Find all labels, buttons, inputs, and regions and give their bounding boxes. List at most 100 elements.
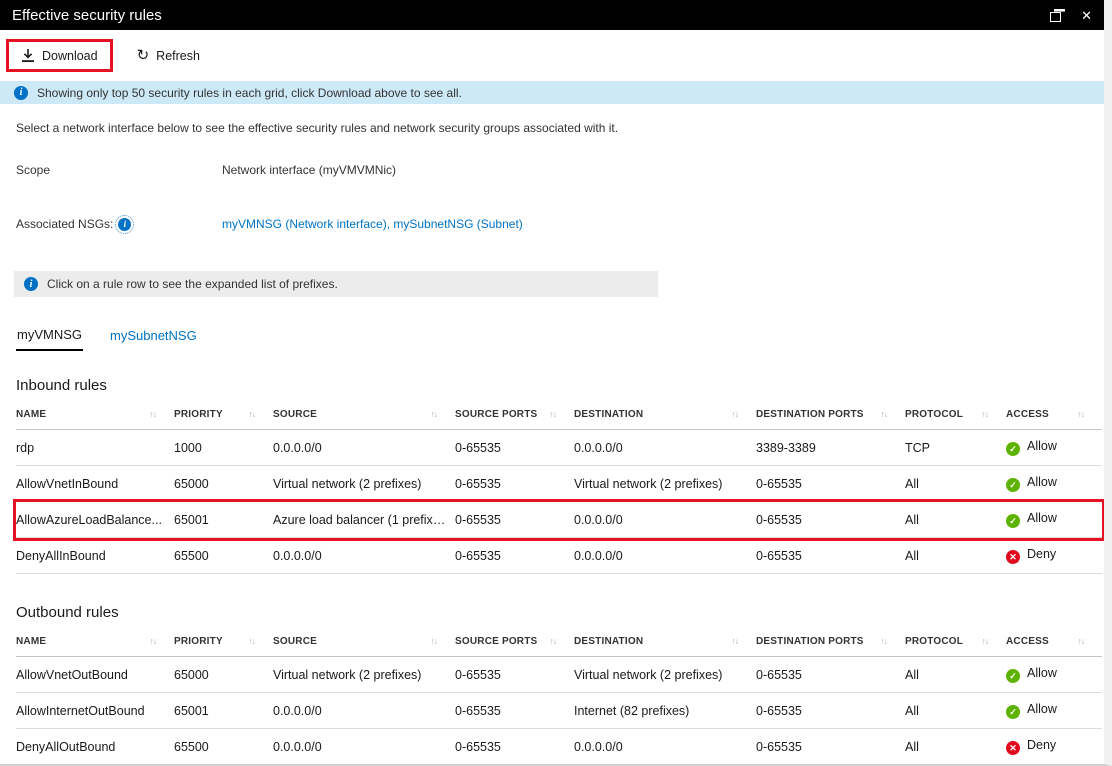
cell-source-ports: 0-65535 [455, 466, 574, 502]
associated-nsgs-value: myVMNSG (Network interface), mySubnetNSG… [222, 217, 523, 231]
column-header-access[interactable]: ↑↓ACCESS [1006, 627, 1102, 657]
cell-priority: 65001 [174, 693, 273, 729]
column-label: NAME [16, 636, 46, 647]
restore-window-icon[interactable] [1050, 9, 1065, 22]
cell-protocol: All [905, 693, 1006, 729]
column-label: PRIORITY [174, 636, 223, 647]
rule-row[interactable]: DenyAllOutBound655000.0.0.0/00-655350.0.… [16, 729, 1102, 765]
allow-icon: ✓ [1006, 514, 1020, 528]
page-title: Effective security rules [12, 7, 1050, 24]
column-label: SOURCE [273, 636, 317, 647]
sort-icon[interactable]: ↑↓ [982, 409, 989, 419]
cell-destination-ports: 0-65535 [756, 657, 905, 693]
access-label: Allow [1027, 702, 1057, 716]
column-label: ACCESS [1006, 409, 1049, 420]
cell-access: ✓Allow [1006, 430, 1102, 466]
column-label: SOURCE [273, 409, 317, 420]
rule-row[interactable]: AllowAzureLoadBalance...65001Azure load … [16, 502, 1102, 538]
sort-icon[interactable]: ↑↓ [249, 409, 256, 419]
cell-source: 0.0.0.0/0 [273, 729, 455, 765]
sort-icon[interactable]: ↑↓ [732, 636, 739, 646]
sort-icon[interactable]: ↑↓ [881, 636, 888, 646]
cell-access: ✓Allow [1006, 657, 1102, 693]
column-header-source[interactable]: ↑↓ SOURCE [273, 400, 455, 430]
scope-value: Network interface (myVMVMNic) [222, 163, 396, 177]
column-header-destination[interactable]: ↑↓ DESTINATION [574, 400, 756, 430]
cell-source-ports: 0-65535 [455, 729, 574, 765]
tab-myvmnsg[interactable]: myVMNSG [16, 323, 83, 351]
cell-destination: 0.0.0.0/0 [574, 430, 756, 466]
cell-name: rdp [16, 430, 174, 466]
cell-destination-ports: 0-65535 [756, 502, 905, 538]
cell-access: ✓ Allow [1006, 502, 1102, 538]
column-label: SOURCE PORTS [455, 409, 537, 420]
column-header-protocol[interactable]: ↑↓PROTOCOL [905, 627, 1006, 657]
column-label: DESTINATION [574, 636, 643, 647]
outbound-rules-title: Outbound rules [16, 604, 1088, 621]
allow-icon: ✓ [1006, 442, 1020, 456]
column-header-source-ports[interactable]: ↑↓ SOURCE PORTS [455, 627, 574, 657]
nsg-link-myvmnsg[interactable]: myVMNSG (Network interface) [222, 217, 387, 231]
column-header-source-ports[interactable]: ↑↓ SOURCE PORTS [455, 400, 574, 430]
column-label: DESTINATION [574, 409, 643, 420]
sort-icon[interactable]: ↑↓ [150, 409, 157, 419]
cell-name: DenyAllInBound [16, 538, 174, 574]
nsg-link-mysubnetnsg[interactable]: mySubnetNSG (Subnet) [393, 217, 522, 231]
sort-icon[interactable]: ↑↓ [431, 409, 438, 419]
refresh-label: Refresh [156, 49, 200, 63]
cell-protocol: All [905, 538, 1006, 574]
sort-icon[interactable]: ↑↓ [1078, 409, 1085, 419]
cell-source: Virtual network (2 prefixes) [273, 466, 455, 502]
column-header-access[interactable]: ↑↓ ACCESS [1006, 400, 1102, 430]
table-header-row: ↑↓NAME↑↓PRIORITY↑↓SOURCE↑↓SOURCE PORTS↑↓… [16, 400, 1102, 430]
info-tooltip-icon[interactable]: i [118, 218, 131, 231]
column-header-protocol[interactable]: ↑↓PROTOCOL [905, 400, 1006, 430]
allow-icon: ✓ [1006, 705, 1020, 719]
cell-name: DenyAllOutBound [16, 729, 174, 765]
outbound-rules-table: ↑↓NAME↑↓PRIORITY↑↓SOURCE↑↓SOURCE PORTS↑↓… [16, 627, 1102, 765]
tab-mysubnetnsg[interactable]: mySubnetNSG [109, 323, 198, 351]
cell-protocol: All [905, 729, 1006, 765]
cell-priority: 65000 [174, 466, 273, 502]
rule-row[interactable]: rdp10000.0.0.0/00-655350.0.0.0/03389-338… [16, 430, 1102, 466]
refresh-button[interactable]: ↻ Refresh [129, 43, 208, 68]
cell-destination-ports: 0-65535 [756, 729, 905, 765]
cell-source: 0.0.0.0/0 [273, 693, 455, 729]
allow-icon: ✓ [1006, 478, 1020, 492]
rule-row[interactable]: AllowVnetInBound65000Virtual network (2 … [16, 466, 1102, 502]
column-header-destination-ports[interactable]: ↑↓DESTINATION PORTS [756, 627, 905, 657]
rule-row[interactable]: DenyAllInBound655000.0.0.0/00-655350.0.0… [16, 538, 1102, 574]
rule-row[interactable]: AllowInternetOutBound650010.0.0.0/00-655… [16, 693, 1102, 729]
scope-label: Scope [16, 163, 222, 177]
download-button[interactable]: Download [13, 43, 106, 68]
column-label: SOURCE PORTS [455, 636, 537, 647]
column-header-priority[interactable]: ↑↓PRIORITY [174, 400, 273, 430]
close-icon[interactable]: ✕ [1081, 9, 1092, 22]
rule-row[interactable]: AllowVnetOutBound65000Virtual network (2… [16, 657, 1102, 693]
column-header-destination-ports[interactable]: ↑↓DESTINATION PORTS [756, 400, 905, 430]
sort-icon[interactable]: ↑↓ [550, 636, 557, 646]
cell-protocol: All [905, 502, 1006, 538]
sort-icon[interactable]: ↑↓ [150, 636, 157, 646]
column-header-priority[interactable]: ↑↓ PRIORITY [174, 627, 273, 657]
sort-icon[interactable]: ↑↓ [982, 636, 989, 646]
access-label: Allow [1027, 511, 1057, 525]
cell-source: Virtual network (2 prefixes) [273, 657, 455, 693]
access-label: Deny [1027, 738, 1056, 752]
column-header-name[interactable]: ↑↓ NAME [16, 627, 174, 657]
cell-destination-ports: 0-65535 [756, 466, 905, 502]
cell-destination: 0.0.0.0/0 [574, 502, 756, 538]
column-header-name[interactable]: ↑↓NAME [16, 400, 174, 430]
sort-icon[interactable]: ↑↓ [732, 409, 739, 419]
column-header-destination[interactable]: ↑↓ DESTINATION [574, 627, 756, 657]
sort-icon[interactable]: ↑↓ [881, 409, 888, 419]
cell-destination: 0.0.0.0/0 [574, 729, 756, 765]
cell-destination: Virtual network (2 prefixes) [574, 466, 756, 502]
column-header-source[interactable]: ↑↓ SOURCE [273, 627, 455, 657]
cell-name: AllowVnetInBound [16, 466, 174, 502]
sort-icon[interactable]: ↑↓ [249, 636, 256, 646]
nsg-tabs: myVMNSG mySubnetNSG [16, 323, 1088, 351]
sort-icon[interactable]: ↑↓ [431, 636, 438, 646]
sort-icon[interactable]: ↑↓ [1078, 636, 1085, 646]
sort-icon[interactable]: ↑↓ [550, 409, 557, 419]
